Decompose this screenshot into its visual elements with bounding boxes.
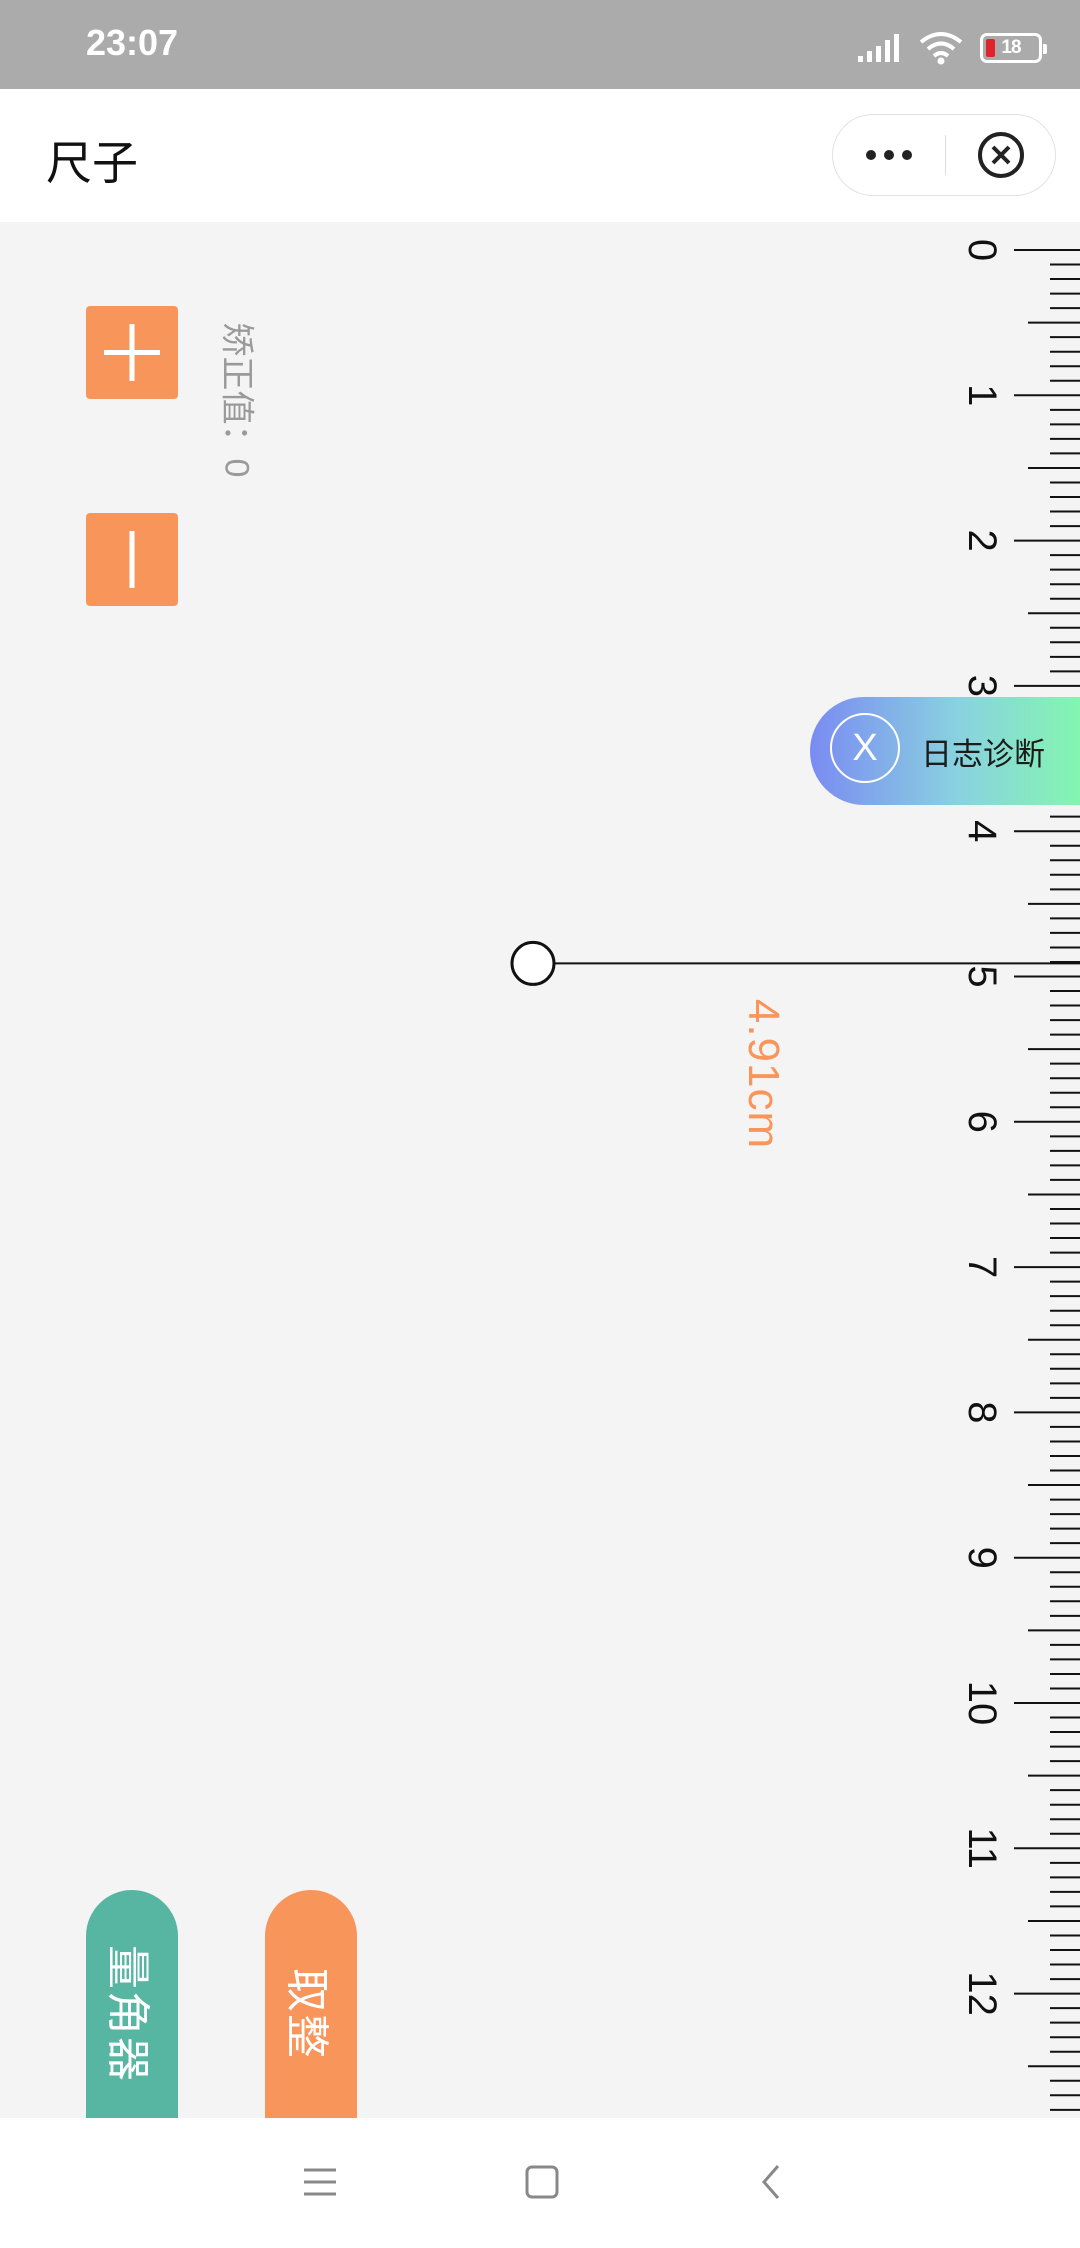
menu-icon[interactable] [300,2162,340,2202]
ruler-tick-label: 2 [960,529,1004,551]
ruler-tick-label: 0 [960,239,1004,261]
battery-level: 18 [1001,37,1021,58]
ruler-tick-label: 5 [960,965,1004,987]
protractor-label: 量角器 [103,1945,152,2083]
measurement-handle[interactable] [510,940,556,986]
ruler-scale: 0123456789101112 [510,239,1080,2111]
battery-icon: 18 [980,33,1047,63]
navigation-bar [0,2118,1080,2248]
close-icon [978,132,1024,178]
ruler-tick-label: 6 [960,1111,1004,1133]
increase-correction-button[interactable] [86,306,178,399]
ruler-tick-label: 8 [960,1401,1004,1423]
wifi-icon [919,32,963,65]
close-button[interactable] [945,115,1057,195]
round-button[interactable]: 取整 [265,1890,357,2130]
ruler-tick-label: 4 [960,820,1004,842]
status-icons: 18 [856,28,1047,68]
home-icon[interactable] [522,2162,562,2202]
ruler-tick-label: 10 [960,1681,1004,1726]
back-icon[interactable] [752,2162,792,2202]
ruler-tick-label: 3 [960,675,1004,697]
round-label: 取整 [282,1968,331,2060]
measurement-readout: 4.91cm [739,998,788,1150]
page-title: 尺子 [46,137,138,189]
capsule-menu [832,114,1056,196]
signal-icon [858,34,899,62]
ruler-tick-label: 12 [960,1971,1004,2016]
status-bar: 23:07 18 [0,0,1080,89]
ruler-tick-label: 11 [960,1828,1004,1870]
ruler-area[interactable]: 0 1 2 3 4 5 6 7 8 9 10 11 12 矫正值：0 4.91cm X 日志诊断 量角器… [0,222,1080,2130]
ruler-tick-label: 9 [960,1547,1004,1569]
decrease-correction-button[interactable] [86,513,178,606]
title-bar: 尺子 [0,89,1080,222]
more-button[interactable] [833,115,945,195]
minus-icon [129,531,135,588]
more-icon [866,150,876,160]
log-diagnosis-button[interactable]: X 日志诊断 [810,697,1080,805]
battery-fill [986,39,995,57]
ruler-tick-label: 1 [960,384,1004,406]
correction-value-label: 矫正值：0 [217,322,256,478]
ruler-tick-label: 7 [960,1256,1004,1278]
log-close-icon[interactable]: X [830,713,900,783]
plus-icon [104,324,160,381]
status-time: 23:07 [86,22,179,63]
log-diagnosis-label: 日志诊断 [921,737,1045,772]
protractor-button[interactable]: 量角器 [86,1890,178,2130]
